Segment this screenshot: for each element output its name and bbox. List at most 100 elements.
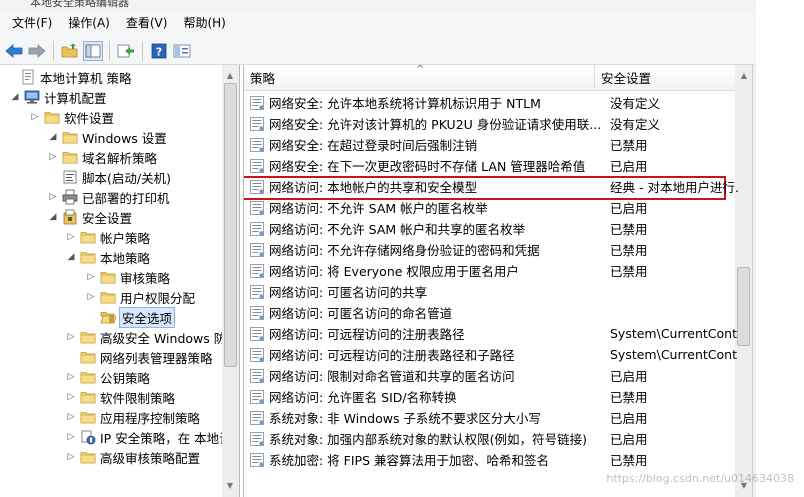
collapse-arrow-icon[interactable]: ◢ [48, 132, 58, 142]
expand-arrow-icon[interactable]: ▷ [66, 232, 76, 242]
tree-item[interactable]: 本地计算机 策略 [6, 67, 131, 87]
column-header-policy[interactable]: 策略 ^ [244, 65, 595, 91]
tree-item[interactable]: ▷ 已部署的打印机 [48, 187, 170, 207]
tree-item-label: 本地计算机 策略 [40, 70, 132, 86]
policy-row[interactable]: 网络访问: 可匿名访问的命名管道 [244, 302, 734, 323]
tree-item[interactable]: 脚本(启动/关机) [48, 167, 171, 187]
policy-name: 网络访问: 可匿名访问的共享 [269, 285, 428, 300]
properties-icon[interactable] [172, 41, 192, 61]
policy-name: 网络访问: 可匿名访问的命名管道 [269, 306, 453, 321]
tree-item-label: 计算机配置 [44, 90, 107, 106]
tree-item[interactable]: ▷ 高级审核策略配置 [66, 447, 200, 467]
scroll-up-arrow-icon[interactable]: ▲ [736, 67, 752, 83]
tree-item-label: 已部署的打印机 [82, 190, 170, 206]
forward-arrow-icon[interactable] [27, 41, 47, 61]
help-icon[interactable]: ? [149, 41, 169, 61]
expand-arrow-icon[interactable]: ▷ [66, 372, 76, 382]
expand-arrow-icon[interactable]: ▷ [86, 272, 96, 282]
policy-row[interactable]: 网络访问: 可远程访问的注册表路径 System\CurrentContro... [244, 323, 738, 344]
tree-item[interactable]: 安全选项 [86, 306, 176, 328]
policy-row[interactable]: 网络访问: 可远程访问的注册表路径和子路径 System\CurrentContr… [244, 344, 738, 365]
policy-name: 网络安全: 在超过登录时间后强制注销 [269, 138, 478, 153]
tree-item-label: 帐户策略 [100, 230, 151, 246]
expand-arrow-icon[interactable]: ▷ [86, 292, 96, 302]
collapse-arrow-icon[interactable]: ◢ [10, 92, 20, 102]
policy-list-pane: 策略 ^ 安全设置 ▲ ▼ 网络安全: 允许本地系统将计算机标识用于 NTLM 没… [243, 65, 752, 497]
expand-arrow-icon[interactable]: ▷ [48, 192, 58, 202]
security-setting-value: 经典 - 对本地用户进行... [610, 180, 738, 195]
policy-item-icon [244, 158, 269, 174]
expand-arrow-icon[interactable]: ▷ [66, 432, 76, 442]
policy-name: 网络访问: 本地帐户的共享和安全模型 [269, 180, 478, 195]
expand-arrow-icon[interactable]: ▷ [30, 112, 40, 122]
menu-file[interactable]: 文件(F) [4, 10, 60, 37]
tree-item[interactable]: ▷ 软件设置 [30, 107, 114, 127]
scroll-down-arrow-icon[interactable]: ▼ [222, 477, 238, 493]
policy-row[interactable]: 网络访问: 不允许存储网络身份验证的密码和凭据 已禁用 [244, 239, 734, 260]
policy-row[interactable]: 网络访问: 限制对命名管道和共享的匿名访问 已启用 [244, 365, 734, 386]
security-setting-value: 已禁用 [610, 453, 648, 468]
printer-icon [62, 189, 82, 205]
expand-arrow-icon[interactable]: ▷ [66, 332, 76, 342]
policy-item-icon [244, 263, 269, 279]
tree-scrollbar[interactable]: ▲ ▼ [222, 65, 239, 497]
back-arrow-icon[interactable] [4, 41, 24, 61]
policy-name: 网络访问: 不允许存储网络身份验证的密码和凭据 [269, 243, 540, 258]
scroll-up-arrow-icon[interactable]: ▲ [222, 67, 238, 83]
policy-row[interactable]: 系统对象: 非 Windows 子系统不要求区分大小写 已启用 [244, 407, 734, 428]
policy-row[interactable]: 网络安全: 在超过登录时间后强制注销 已禁用 [244, 134, 734, 155]
tree-item[interactable]: ◢ 计算机配置 [10, 87, 107, 107]
tree-item[interactable]: ▷ 高级安全 Windows 防 [66, 327, 227, 347]
policy-name: 系统对象: 非 Windows 子系统不要求区分大小写 [269, 411, 541, 426]
tree-item[interactable]: ◢ 本地策略 [66, 247, 150, 267]
policy-name: 网络安全: 在下一次更改密码时不存储 LAN 管理器哈希值 [269, 159, 586, 174]
tree-item[interactable]: ▷ 公钥策略 [66, 367, 150, 387]
up-folder-icon[interactable] [60, 41, 80, 61]
policy-row[interactable]: 网络安全: 允许本地系统将计算机标识用于 NTLM 没有定义 [244, 92, 734, 113]
tree-item[interactable]: ▷ 用户权限分配 [86, 287, 195, 307]
expand-arrow-icon[interactable]: ▷ [66, 392, 76, 402]
tree-item[interactable]: ▷ 审核策略 [86, 267, 170, 287]
tree-item[interactable]: ◢ 安全设置 [48, 207, 132, 227]
watermark: https://blog.csdn.net/u014634038 [606, 472, 794, 485]
security-setting-value: 已禁用 [610, 390, 648, 405]
tree-item[interactable]: ▷ IP 安全策略，在 本地计 [66, 427, 232, 447]
policy-item-icon [244, 326, 269, 342]
policy-row[interactable]: 网络访问: 可匿名访问的共享 [244, 281, 734, 302]
tree-item-label: 安全选项 [118, 306, 176, 328]
policy-row[interactable]: 系统对象: 加强内部系统对象的默认权限(例如，符号链接) 已启用 [244, 428, 734, 449]
show-tree-icon[interactable] [83, 40, 103, 61]
menu-action[interactable]: 操作(A) [60, 10, 118, 37]
expand-arrow-icon[interactable]: ▷ [66, 412, 76, 422]
tree-item-label: 应用程序控制策略 [100, 410, 201, 426]
expand-arrow-icon[interactable]: ▷ [48, 152, 58, 162]
menu-view[interactable]: 查看(V) [118, 10, 176, 37]
expand-arrow-icon[interactable]: ▷ [66, 452, 76, 462]
tree-item[interactable]: ◢ Windows 设置 [48, 127, 167, 147]
menu-help[interactable]: 帮助(H) [175, 10, 233, 37]
folder-icon [80, 409, 100, 425]
policy-row[interactable]: 网络访问: 本地帐户的共享和安全模型 经典 - 对本地用户进行... [244, 176, 738, 197]
tree-scrollbar-thumb[interactable] [224, 83, 237, 367]
policy-row[interactable]: 系统加密: 将 FIPS 兼容算法用于加密、哈希和签名 已禁用 [244, 449, 734, 470]
policy-item-icon [244, 452, 269, 468]
tree-item[interactable]: ▷ 软件限制策略 [66, 387, 175, 407]
policy-item-icon [244, 242, 269, 258]
tree-item[interactable]: ▷ 应用程序控制策略 [66, 407, 200, 427]
policy-row[interactable]: 网络访问: 不允许 SAM 帐户的匿名枚举 已启用 [244, 197, 734, 218]
policy-row[interactable]: 网络安全: 在下一次更改密码时不存储 LAN 管理器哈希值 已启用 [244, 155, 734, 176]
window-title: 本地安全策略编辑器 [30, 0, 129, 9]
policy-row[interactable]: 网络访问: 允许匿名 SID/名称转换 已禁用 [244, 386, 734, 407]
column-header-setting[interactable]: 安全设置 [595, 65, 735, 91]
policy-row[interactable]: 网络访问: 将 Everyone 权限应用于匿名用户 已禁用 [244, 260, 734, 281]
collapse-arrow-icon[interactable]: ◢ [66, 252, 76, 262]
tree-item[interactable]: ▷ 域名解析策略 [48, 147, 157, 167]
list-scrollbar-thumb[interactable] [737, 267, 750, 346]
tree-item[interactable]: ▷ 帐户策略 [66, 227, 150, 247]
policy-row[interactable]: 网络安全: 允许对该计算机的 PKU2U 身份验证请求使用联... 没有定义 [244, 113, 734, 134]
collapse-arrow-icon[interactable]: ◢ [48, 212, 58, 222]
policy-row[interactable]: 网络访问: 不允许 SAM 帐户和共享的匿名枚举 已禁用 [244, 218, 734, 239]
tree-item-label: 高级审核策略配置 [100, 450, 201, 466]
export-list-icon[interactable] [116, 41, 136, 61]
tree-item[interactable]: 网络列表管理器策略 [66, 347, 213, 367]
